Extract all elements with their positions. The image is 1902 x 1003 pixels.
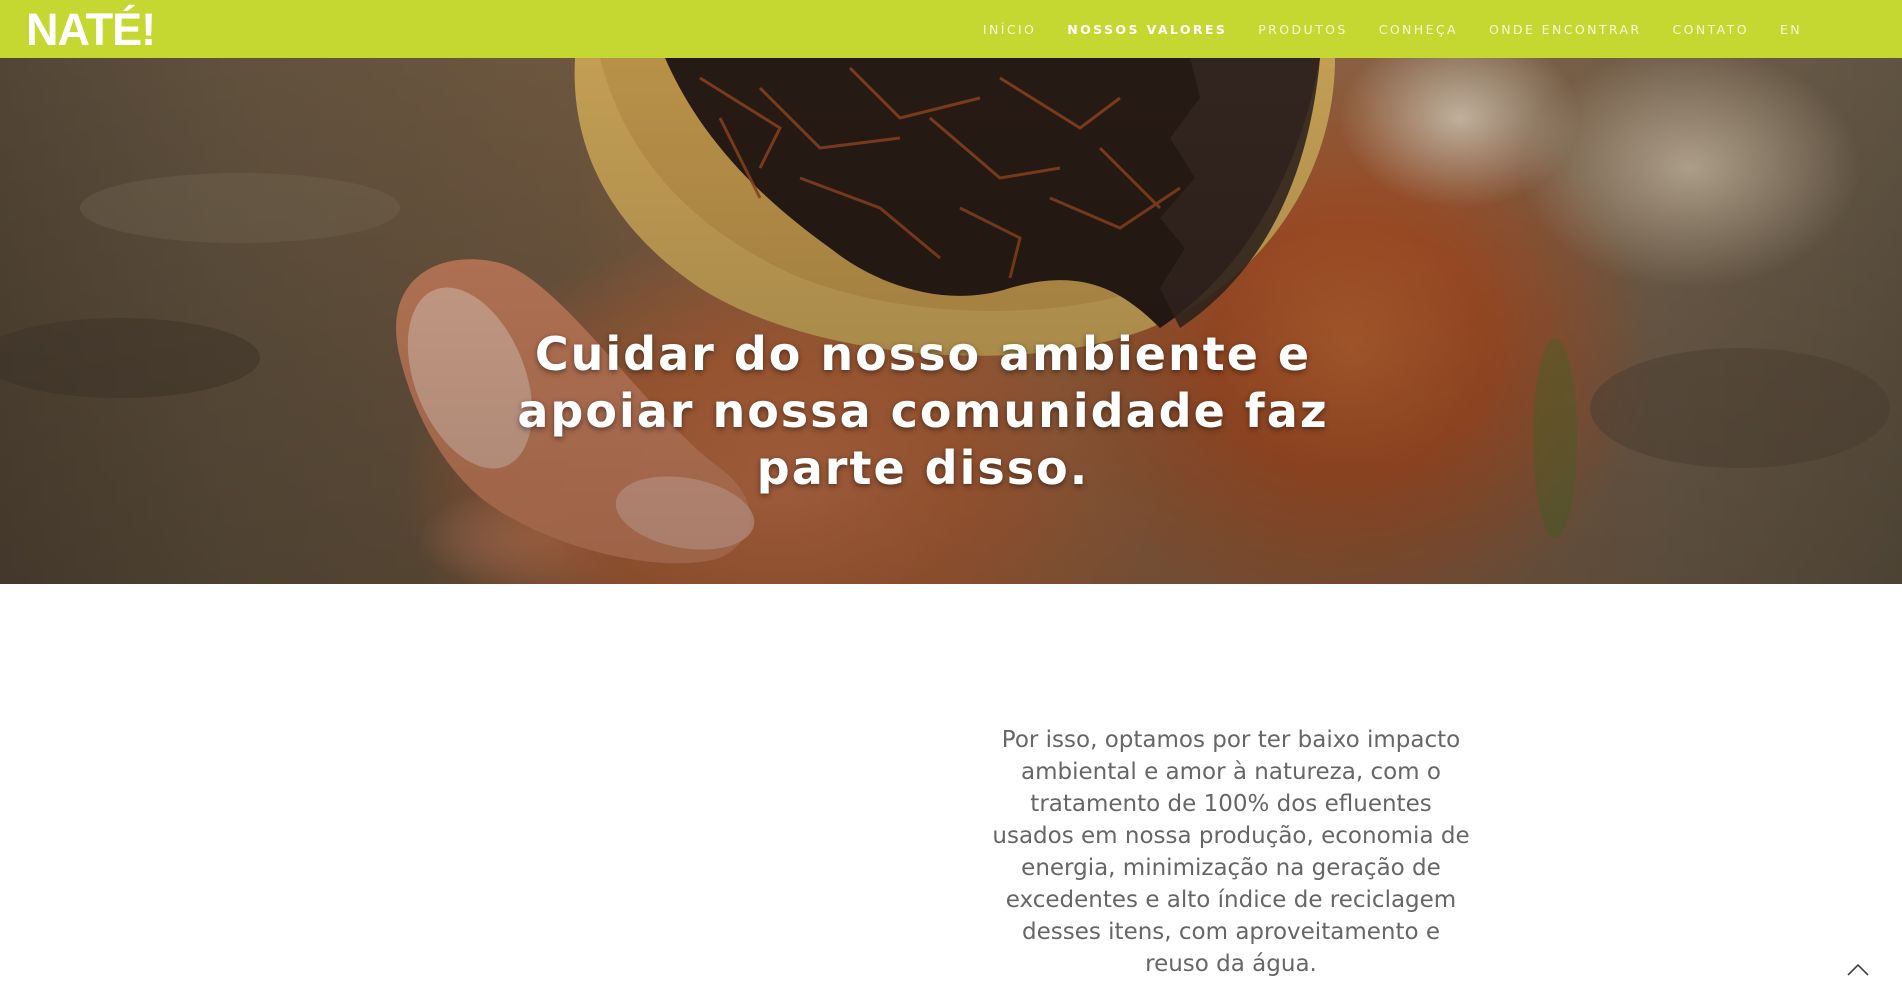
hero-banner: Cuidar do nosso ambiente e apoiar nossa … [0,58,1902,584]
main-nav: INÍCIO NOSSOS VALORES PRODUTOS CONHEÇA O… [952,0,1802,58]
nav-item-produtos[interactable]: PRODUTOS [1258,22,1347,37]
nav-item-inicio[interactable]: INÍCIO [983,22,1036,37]
nav-item-onde-encontrar[interactable]: ONDE ENCONTRAR [1489,22,1642,37]
nav-item-nossos-valores[interactable]: NOSSOS VALORES [1067,22,1227,37]
nav-item-conheca[interactable]: CONHEÇA [1379,22,1458,37]
site-header: NATÉ! INÍCIO NOSSOS VALORES PRODUTOS CON… [0,0,1902,58]
back-to-top-button[interactable] [1842,957,1874,981]
chevron-up-icon [1847,963,1869,976]
hero-overlay [0,58,1902,584]
language-toggle-en[interactable]: EN [1780,22,1802,37]
logo[interactable]: NATÉ! [26,3,156,57]
nav-item-contato[interactable]: CONTATO [1673,22,1749,37]
values-paragraph: Por isso, optamos por ter baixo impacto … [992,727,1470,977]
hero-headline: Cuidar do nosso ambiente e apoiar nossa … [517,327,1329,495]
